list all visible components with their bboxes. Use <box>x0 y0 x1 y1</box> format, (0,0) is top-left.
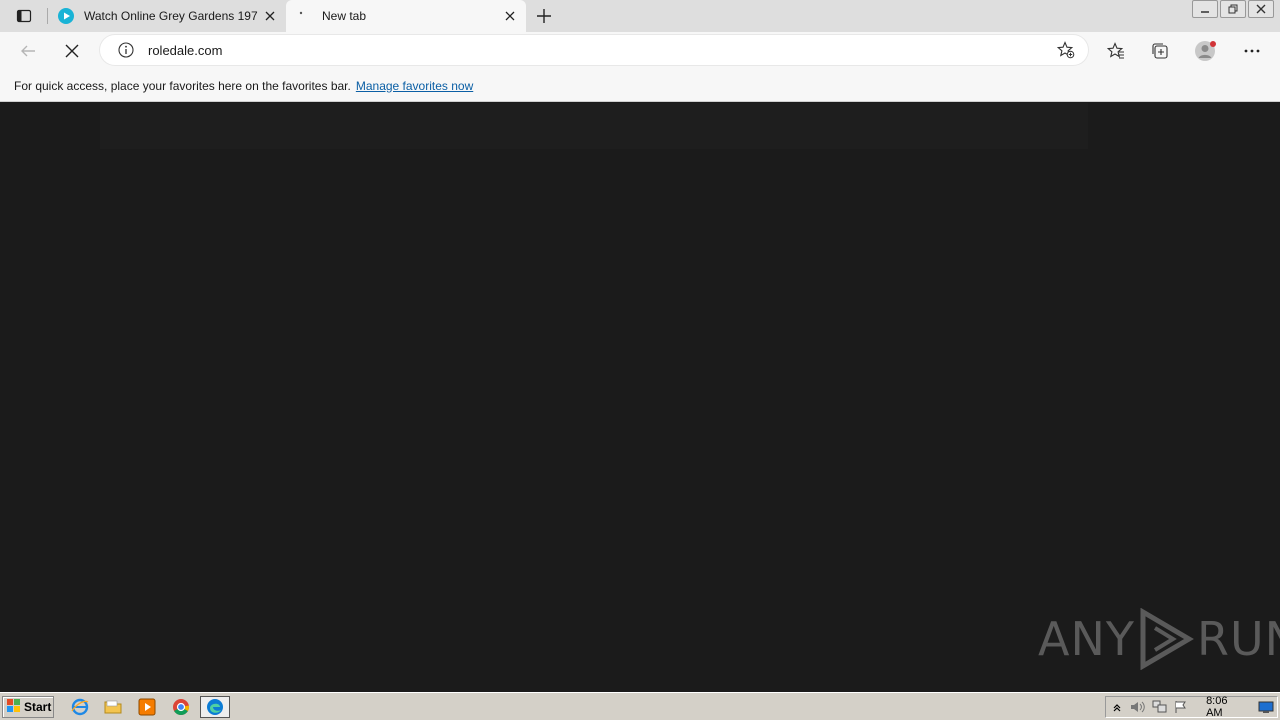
watermark-text-right: RUN <box>1196 612 1280 666</box>
more-dots-icon <box>1244 49 1260 53</box>
tab-title: New tab <box>322 9 367 23</box>
show-hidden-icons-icon[interactable] <box>1106 698 1128 716</box>
browser-toolbar: roledale.com <box>0 32 1280 70</box>
anyrun-watermark: ANY RUN <box>1038 608 1280 670</box>
play-favicon-icon <box>58 8 74 24</box>
address-bar[interactable]: roledale.com <box>100 35 1088 65</box>
tab-title: Watch Online Grey Gardens 1975 <box>84 9 258 23</box>
tab-new-tab[interactable]: New tab <box>286 0 526 32</box>
page-content <box>0 103 1280 692</box>
settings-menu-button[interactable] <box>1237 36 1267 66</box>
ie-icon[interactable] <box>69 697 91 717</box>
page-header-panel <box>100 103 1088 149</box>
action-center-flag-icon[interactable] <box>1171 698 1193 716</box>
restore-button[interactable] <box>1220 0 1246 18</box>
windows-logo-icon <box>7 698 21 716</box>
volume-icon[interactable] <box>1128 698 1150 716</box>
collections-icon <box>1152 43 1168 59</box>
tab-actions-icon <box>16 9 32 23</box>
stop-loading-button[interactable] <box>57 36 87 66</box>
close-window-button[interactable] <box>1248 0 1274 18</box>
minimize-button[interactable] <box>1192 0 1218 18</box>
favorites-bar: For quick access, place your favorites h… <box>0 70 1280 102</box>
start-label: Start <box>24 700 52 714</box>
watermark-text-left: ANY <box>1038 612 1135 666</box>
minimize-icon <box>1201 11 1209 13</box>
edge-icon[interactable] <box>200 696 230 718</box>
chrome-icon[interactable] <box>170 697 192 717</box>
clock[interactable]: 8:06 AM <box>1206 695 1245 719</box>
add-favorite-icon[interactable] <box>1054 38 1078 62</box>
back-arrow-icon <box>21 45 35 57</box>
loading-dot-icon <box>296 8 312 24</box>
url-text[interactable]: roledale.com <box>148 43 1054 58</box>
close-icon <box>1256 4 1266 14</box>
back-button[interactable] <box>13 36 43 66</box>
site-info-icon[interactable] <box>116 42 136 58</box>
tab-bar: Watch Online Grey Gardens 1975 New tab <box>0 0 1280 32</box>
window-controls <box>1190 0 1274 18</box>
media-player-icon[interactable] <box>136 697 158 717</box>
folder-icon[interactable] <box>102 697 124 717</box>
restore-icon <box>1228 4 1238 14</box>
new-tab-button[interactable] <box>532 4 556 28</box>
taskbar: Start 8:06 AM <box>0 692 1280 720</box>
favorites-star-icon <box>1107 42 1124 59</box>
favorites-button[interactable] <box>1101 36 1131 66</box>
favorites-bar-hint: For quick access, place your favorites h… <box>14 78 351 93</box>
play-logo-icon <box>1140 608 1194 670</box>
close-tab-icon[interactable] <box>498 4 522 28</box>
collections-button[interactable] <box>1145 36 1175 66</box>
plus-icon <box>537 9 551 23</box>
avatar-icon <box>1195 41 1216 61</box>
system-tray: 8:06 AM <box>1105 695 1278 719</box>
manage-favorites-link[interactable]: Manage favorites now <box>356 79 473 93</box>
network-icon[interactable] <box>1149 698 1171 716</box>
tab-actions-button[interactable] <box>6 4 42 28</box>
profile-button[interactable] <box>1191 36 1221 66</box>
close-tab-icon[interactable] <box>258 4 282 28</box>
show-desktop-icon[interactable] <box>1256 698 1278 716</box>
start-button[interactable]: Start <box>2 696 54 718</box>
tab-grey-gardens[interactable]: Watch Online Grey Gardens 1975 <box>48 0 286 32</box>
stop-icon <box>65 44 79 58</box>
